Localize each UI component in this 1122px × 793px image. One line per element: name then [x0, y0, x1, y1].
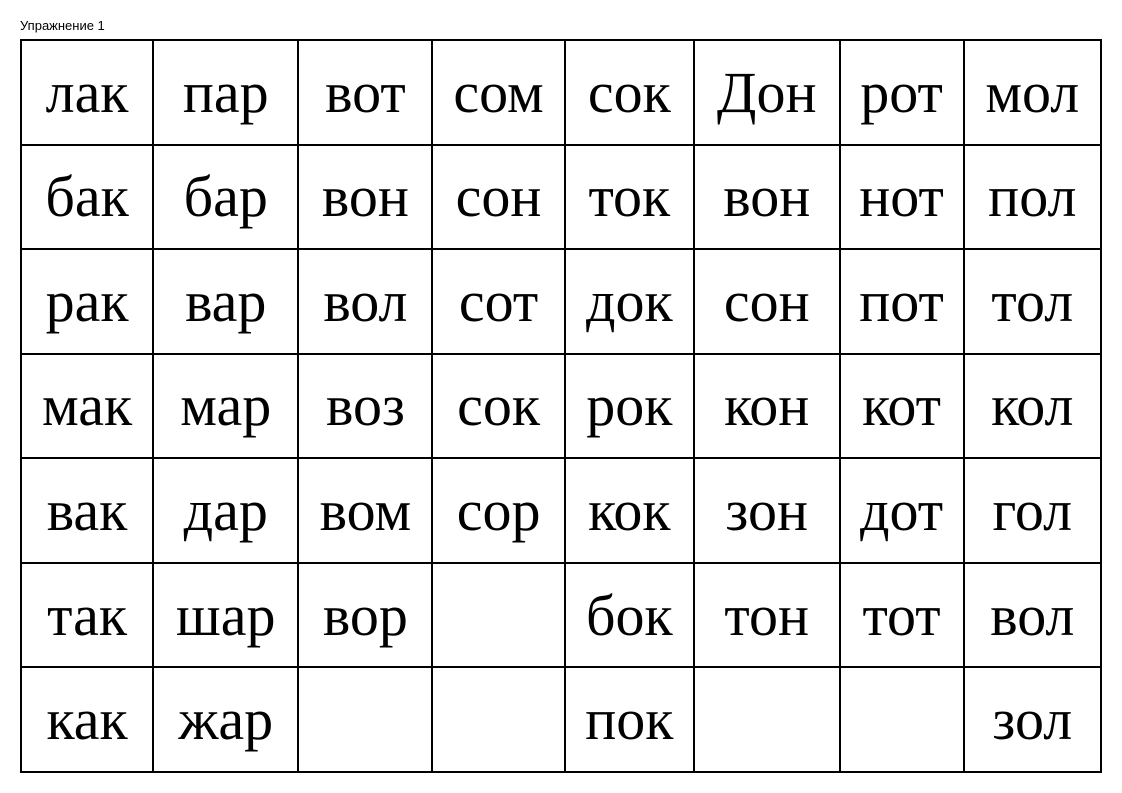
- cell-r0-c5: Дон: [694, 40, 840, 145]
- cell-r2-c1: вар: [153, 249, 298, 354]
- cell-r2-c4: док: [565, 249, 694, 354]
- cell-r3-c3: сок: [432, 354, 564, 459]
- cell-r5-c4: бок: [565, 563, 694, 668]
- cell-r3-c0: мак: [21, 354, 153, 459]
- cell-r0-c4: сок: [565, 40, 694, 145]
- cell-r0-c6: рот: [840, 40, 964, 145]
- cell-r1-c1: бар: [153, 145, 298, 250]
- cell-r0-c0: лак: [21, 40, 153, 145]
- cell-r5-c2: вор: [298, 563, 432, 668]
- table-row: лакпарвотсомсокДонротмол: [21, 40, 1101, 145]
- cell-r6-c0: как: [21, 667, 153, 772]
- cell-r0-c3: сом: [432, 40, 564, 145]
- cell-r6-c4: пок: [565, 667, 694, 772]
- cell-r4-c6: дот: [840, 458, 964, 563]
- cell-r3-c7: кол: [964, 354, 1101, 459]
- cell-r1-c0: бак: [21, 145, 153, 250]
- cell-r6-c1: жар: [153, 667, 298, 772]
- cell-r3-c6: кот: [840, 354, 964, 459]
- cell-r2-c0: рак: [21, 249, 153, 354]
- cell-r3-c2: воз: [298, 354, 432, 459]
- cell-r5-c6: тот: [840, 563, 964, 668]
- word-grid: лакпарвотсомсокДонротмолбакбарвонсонтокв…: [20, 39, 1102, 773]
- exercise-label: Упражнение 1: [20, 18, 1102, 33]
- cell-r2-c5: сон: [694, 249, 840, 354]
- cell-r4-c1: дар: [153, 458, 298, 563]
- table-row: бакбарвонсонтоквоннотпол: [21, 145, 1101, 250]
- table-row: макмарвозсокрокконкоткол: [21, 354, 1101, 459]
- cell-r1-c5: вон: [694, 145, 840, 250]
- cell-r2-c7: тол: [964, 249, 1101, 354]
- cell-r6-c2: [298, 667, 432, 772]
- cell-r4-c2: вом: [298, 458, 432, 563]
- cell-r3-c4: рок: [565, 354, 694, 459]
- cell-r4-c5: зон: [694, 458, 840, 563]
- cell-r6-c7: зол: [964, 667, 1101, 772]
- cell-r4-c0: вак: [21, 458, 153, 563]
- cell-r6-c5: [694, 667, 840, 772]
- cell-r2-c6: пот: [840, 249, 964, 354]
- table-row: такшарвор боктонтотвол: [21, 563, 1101, 668]
- cell-r0-c2: вот: [298, 40, 432, 145]
- cell-r5-c5: тон: [694, 563, 840, 668]
- cell-r6-c6: [840, 667, 964, 772]
- cell-r1-c4: ток: [565, 145, 694, 250]
- cell-r1-c2: вон: [298, 145, 432, 250]
- cell-r5-c3: [432, 563, 564, 668]
- cell-r5-c1: шар: [153, 563, 298, 668]
- cell-r0-c1: пар: [153, 40, 298, 145]
- cell-r6-c3: [432, 667, 564, 772]
- cell-r0-c7: мол: [964, 40, 1101, 145]
- cell-r5-c0: так: [21, 563, 153, 668]
- cell-r3-c1: мар: [153, 354, 298, 459]
- cell-r1-c3: сон: [432, 145, 564, 250]
- cell-r4-c7: гол: [964, 458, 1101, 563]
- cell-r2-c2: вол: [298, 249, 432, 354]
- table-row: ракварволсотдоксонпоттол: [21, 249, 1101, 354]
- cell-r4-c3: сор: [432, 458, 564, 563]
- cell-r1-c6: нот: [840, 145, 964, 250]
- cell-r1-c7: пол: [964, 145, 1101, 250]
- cell-r2-c3: сот: [432, 249, 564, 354]
- cell-r3-c5: кон: [694, 354, 840, 459]
- cell-r4-c4: кок: [565, 458, 694, 563]
- table-row: вакдарвомсоркокзондотгол: [21, 458, 1101, 563]
- table-row: какжар пок зол: [21, 667, 1101, 772]
- cell-r5-c7: вол: [964, 563, 1101, 668]
